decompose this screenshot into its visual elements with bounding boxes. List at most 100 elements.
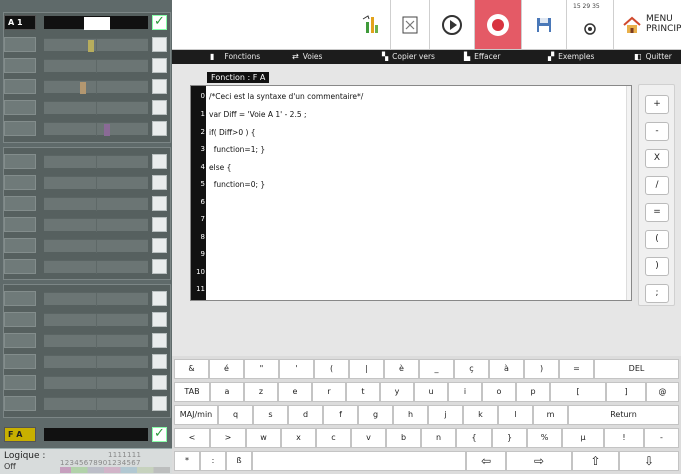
return-key[interactable]: Return xyxy=(568,405,679,425)
key[interactable]: s xyxy=(253,405,288,425)
delete-key[interactable]: DEL xyxy=(594,359,679,379)
key[interactable]: x xyxy=(281,428,316,448)
operator-equals-button[interactable]: = xyxy=(645,203,669,222)
key[interactable]: µ xyxy=(562,428,604,448)
channel-row[interactable] xyxy=(4,121,168,136)
channel-checkbox[interactable] xyxy=(152,259,167,274)
key[interactable]: z xyxy=(244,382,278,402)
key[interactable]: i xyxy=(448,382,482,402)
menu-exemples[interactable]: ▞ Exemples xyxy=(548,50,594,64)
channel-row[interactable] xyxy=(4,58,168,73)
record-button[interactable] xyxy=(474,0,521,49)
menu-quitter[interactable]: ◧ Quitter xyxy=(634,50,672,64)
channel-checkbox[interactable] xyxy=(152,37,167,52)
editor-scrollbar[interactable] xyxy=(626,86,631,300)
channel-row[interactable] xyxy=(4,154,168,169)
key[interactable]: " xyxy=(244,359,279,379)
key[interactable]: ] xyxy=(606,382,646,402)
channel-row[interactable] xyxy=(4,396,168,411)
key[interactable]: { xyxy=(456,428,492,448)
key[interactable]: c xyxy=(316,428,351,448)
tab-key[interactable]: TAB xyxy=(174,382,210,402)
key[interactable]: w xyxy=(246,428,281,448)
operator-semicolon-button[interactable]: ; xyxy=(645,284,669,303)
key[interactable]: | xyxy=(349,359,384,379)
key[interactable]: : xyxy=(200,451,226,471)
key[interactable]: [ xyxy=(550,382,606,402)
key[interactable]: f xyxy=(323,405,358,425)
key[interactable]: @ xyxy=(646,382,679,402)
key[interactable]: * xyxy=(174,451,200,471)
key[interactable]: & xyxy=(174,359,209,379)
key[interactable]: u xyxy=(414,382,448,402)
channel-row[interactable] xyxy=(4,175,168,190)
logic-bar[interactable]: Logique : Off 1111111 12345678901234567 xyxy=(0,448,172,474)
space-key[interactable] xyxy=(252,451,466,471)
clock-panel[interactable]: 15 29 35 xyxy=(566,0,613,49)
channel-row[interactable] xyxy=(4,217,168,232)
channel-row-a1[interactable]: A 1 ✓ xyxy=(4,15,168,30)
key[interactable]: o xyxy=(482,382,516,402)
operator-minus-button[interactable]: - xyxy=(645,122,669,141)
channel-checkbox[interactable] xyxy=(152,375,167,390)
key[interactable]: t xyxy=(346,382,380,402)
key[interactable]: é xyxy=(209,359,244,379)
function-row-fa[interactable]: F A ✓ xyxy=(4,427,168,442)
operator-multiply-button[interactable]: X xyxy=(645,149,669,168)
channel-checkbox[interactable] xyxy=(152,354,167,369)
channel-checkbox[interactable] xyxy=(152,196,167,211)
key[interactable]: _ xyxy=(419,359,454,379)
key[interactable]: à xyxy=(489,359,524,379)
function-checkbox[interactable]: ✓ xyxy=(152,427,167,442)
arrow-left-key[interactable]: ⇦ xyxy=(466,451,506,471)
screenshot-button[interactable] xyxy=(390,0,429,49)
key[interactable]: e xyxy=(278,382,312,402)
key[interactable]: r xyxy=(312,382,346,402)
channel-row[interactable] xyxy=(4,259,168,274)
channel-checkbox[interactable] xyxy=(152,217,167,232)
save-button[interactable] xyxy=(521,0,566,49)
channel-checkbox[interactable] xyxy=(152,79,167,94)
play-button[interactable] xyxy=(429,0,474,49)
channel-row[interactable] xyxy=(4,196,168,211)
key[interactable]: m xyxy=(533,405,568,425)
operator-open-paren-button[interactable]: ( xyxy=(645,230,669,249)
operator-divide-button[interactable]: / xyxy=(645,176,669,195)
key[interactable]: - xyxy=(644,428,679,448)
key[interactable]: % xyxy=(527,428,562,448)
channel-checkbox[interactable] xyxy=(152,100,167,115)
channel-checkbox[interactable] xyxy=(152,154,167,169)
key[interactable]: ' xyxy=(279,359,314,379)
key[interactable]: n xyxy=(421,428,456,448)
channel-row[interactable] xyxy=(4,37,168,52)
key[interactable]: < xyxy=(174,428,210,448)
key[interactable]: q xyxy=(218,405,253,425)
channel-row[interactable] xyxy=(4,291,168,306)
key[interactable]: ( xyxy=(314,359,349,379)
arrow-up-key[interactable]: ⇧ xyxy=(572,451,619,471)
operator-close-paren-button[interactable]: ) xyxy=(645,257,669,276)
shift-key[interactable]: MAJ/min xyxy=(174,405,218,425)
key[interactable]: l xyxy=(498,405,533,425)
key[interactable]: y xyxy=(380,382,414,402)
key[interactable]: ! xyxy=(604,428,644,448)
key[interactable]: d xyxy=(288,405,323,425)
menu-copier-vers[interactable]: ▚ Copier vers xyxy=(382,50,435,64)
key[interactable]: a xyxy=(210,382,244,402)
channel-checkbox[interactable] xyxy=(152,58,167,73)
channel-checkbox[interactable]: ✓ xyxy=(152,15,167,30)
menu-effacer[interactable]: ▙ Effacer xyxy=(464,50,500,64)
channel-row[interactable] xyxy=(4,375,168,390)
operator-plus-button[interactable]: + xyxy=(645,95,669,114)
key[interactable]: } xyxy=(492,428,527,448)
key[interactable]: v xyxy=(351,428,386,448)
channel-checkbox[interactable] xyxy=(152,238,167,253)
formula-button[interactable] xyxy=(352,0,390,49)
key[interactable]: p xyxy=(516,382,550,402)
channel-checkbox[interactable] xyxy=(152,175,167,190)
arrow-down-key[interactable]: ⇩ xyxy=(619,451,679,471)
arrow-right-key[interactable]: ⇨ xyxy=(506,451,572,471)
key[interactable]: h xyxy=(393,405,428,425)
key[interactable]: = xyxy=(559,359,594,379)
channel-row[interactable] xyxy=(4,354,168,369)
